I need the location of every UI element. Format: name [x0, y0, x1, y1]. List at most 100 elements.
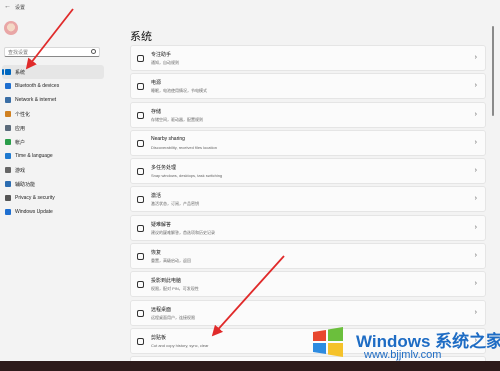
share-icon — [137, 139, 144, 147]
windows-logo-icon — [313, 327, 343, 357]
chevron-right-icon: › — [474, 138, 477, 146]
card-title: 多任务处理 — [151, 165, 177, 172]
card-title: 专注助手 — [151, 52, 172, 58]
card-title: 疑难解答 — [151, 221, 172, 228]
remote-icon — [137, 309, 144, 317]
card-subtitle: 通知，自动规则 — [151, 60, 179, 65]
sidebar-item-label: Windows Update — [15, 209, 53, 215]
recovery-icon — [137, 253, 144, 261]
projection-icon — [137, 281, 144, 289]
shield-icon — [5, 195, 11, 201]
scrollbar[interactable] — [492, 26, 494, 116]
card-title: 剪贴板 — [151, 334, 167, 341]
watermark: Windows 系统之家 www.bjjmlv.com — [302, 318, 500, 371]
sidebar-item[interactable]: Windows Update — [2, 205, 104, 219]
sidebar-item[interactable]: Network & internet — [2, 93, 104, 107]
chevron-right-icon: › — [474, 280, 477, 288]
sidebar-item-label: 系统 — [15, 70, 26, 76]
sidebar-item-label: Network & internet — [15, 97, 57, 103]
chevron-right-icon: › — [474, 252, 477, 260]
card-subtitle: 睡眠，电池使用情况，节电模式 — [151, 88, 207, 94]
sidebar-item[interactable]: Time & language — [2, 149, 104, 163]
storage-icon — [137, 111, 144, 119]
page-title: 系统 — [130, 31, 152, 43]
search-placeholder: 查找设置 — [8, 50, 29, 56]
multitask-icon — [137, 168, 144, 176]
sidebar-item[interactable]: Privacy & security — [2, 191, 104, 205]
card-subtitle: Discoverability, received files location — [151, 144, 217, 150]
sidebar-item[interactable]: 辅助功能 — [2, 177, 104, 191]
card-subtitle: 激活状态，订阅，产品密钥 — [151, 201, 199, 207]
chevron-right-icon: › — [474, 195, 477, 203]
apps-icon — [5, 125, 11, 131]
sidebar-item-label: 辅助功能 — [15, 182, 36, 188]
globe-clock-icon — [5, 153, 11, 159]
moon-icon — [137, 55, 144, 62]
accessibility-icon — [5, 181, 11, 187]
card-title: 恢复 — [151, 250, 162, 257]
sidebar: 查找设置 系统 Bluetooth & devices Network & inte… — [0, 16, 114, 371]
chevron-right-icon: › — [474, 308, 477, 316]
gamepad-icon — [5, 167, 11, 173]
person-icon — [5, 139, 11, 145]
card-title: 远程桌面 — [151, 306, 172, 313]
settings-card[interactable]: Nearby sharing Discoverability, received … — [130, 129, 486, 156]
brush-icon — [5, 111, 11, 117]
sidebar-item-label: Privacy & security — [15, 195, 55, 201]
wifi-icon — [5, 97, 11, 103]
sidebar-nav: 系统 Bluetooth & devices Network & internet 个… — [2, 65, 104, 219]
sidebar-item[interactable]: 系统 — [2, 65, 104, 79]
avatar[interactable] — [4, 21, 18, 35]
monitor-icon — [5, 69, 11, 75]
sidebar-item[interactable]: 个性化 — [2, 107, 104, 121]
settings-card[interactable]: 存储 存储空间，驱动器，配置规则 › — [130, 101, 486, 128]
search-icon — [91, 49, 96, 54]
sidebar-item[interactable]: 帐户 — [2, 135, 104, 149]
update-icon — [5, 209, 11, 215]
card-subtitle: 远程桌面用户，连接权限 — [151, 314, 195, 320]
settings-card[interactable]: 激活 激活状态，订阅，产品密钥 › — [130, 186, 486, 213]
window-title: 设置 — [15, 5, 26, 11]
settings-card[interactable]: 电源 睡眠，电池使用情况，节电模式 › — [130, 73, 486, 100]
settings-card[interactable]: 专注助手通知，自动规则 › — [130, 45, 486, 71]
sidebar-item-label: 应用 — [15, 126, 26, 132]
back-button[interactable]: ← — [4, 3, 11, 10]
card-subtitle: 权限，配对 PIN，可发现性 — [151, 286, 199, 292]
card-title: 存储 — [151, 108, 162, 115]
bluetooth-icon — [5, 83, 11, 89]
sidebar-item[interactable]: 游戏 — [2, 163, 104, 177]
sidebar-item[interactable]: Bluetooth & devices — [2, 79, 104, 93]
card-subtitle: Cut and copy history, sync, clear — [151, 342, 209, 348]
chevron-right-icon: › — [474, 167, 477, 175]
settings-card[interactable]: 疑难解答 建议的疑难解答，首选项和历史记录 › — [130, 214, 486, 241]
sidebar-item-label: Time & language — [15, 153, 53, 159]
card-title: 激活 — [151, 193, 162, 200]
sidebar-item[interactable]: 应用 — [2, 121, 104, 135]
watermark-url: www.bjjmlv.com — [364, 349, 442, 361]
sidebar-item-label: 帐户 — [15, 140, 26, 146]
settings-card[interactable]: 投影到此电脑 权限，配对 PIN，可发现性 › — [130, 271, 486, 298]
settings-card[interactable]: 恢复 重置，高级启动，返回 › — [130, 243, 486, 270]
search-input[interactable]: 查找设置 — [4, 47, 100, 57]
settings-window: ← 设置 查找设置 系统 Bluetooth & devices Network &… — [0, 0, 500, 371]
wrench-icon — [137, 224, 144, 232]
key-icon — [137, 196, 144, 204]
power-icon — [137, 83, 144, 91]
sidebar-item-label: 游戏 — [15, 168, 26, 174]
card-subtitle: Snap windows, desktops, task switching — [151, 173, 223, 179]
chevron-right-icon: › — [474, 110, 477, 118]
card-title: 投影到此电脑 — [151, 278, 182, 285]
sidebar-item-label: Bluetooth & devices — [15, 83, 60, 89]
sidebar-item-label: 个性化 — [15, 112, 31, 118]
card-subtitle: 建议的疑难解答，首选项和历史记录 — [151, 229, 215, 235]
card-title: Nearby sharing — [151, 135, 185, 142]
title-bar: ← 设置 — [0, 0, 500, 16]
settings-card[interactable]: 多任务处理 Snap windows, desktops, task switch… — [130, 158, 486, 185]
card-title: 电源 — [151, 80, 162, 87]
chevron-right-icon: › — [474, 54, 477, 61]
chevron-right-icon: › — [474, 82, 477, 90]
clipboard-icon — [137, 337, 144, 345]
card-subtitle: 存储空间，驱动器，配置规则 — [151, 116, 203, 122]
card-subtitle: 重置，高级启动，返回 — [151, 258, 191, 264]
chevron-right-icon: › — [474, 223, 477, 231]
